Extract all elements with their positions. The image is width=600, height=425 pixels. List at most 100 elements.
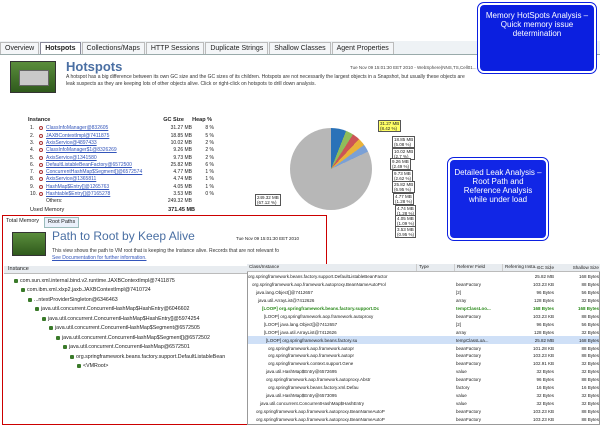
col-referrer-field[interactable]: Referrer Field	[455, 264, 503, 271]
reference-row[interactable]: [LOOP] org.springframework.aop.framework…	[248, 313, 599, 321]
node-label: java.util.concurrent.ConcurrentHashMap$H…	[41, 306, 190, 312]
gc-size: 9.26 MB	[173, 147, 192, 154]
hotspot-row[interactable]: 1. ClassInfoManager@832605 31.27 MB 8 %	[30, 125, 225, 132]
tab-duplicate-strings[interactable]: Duplicate Strings	[205, 42, 269, 54]
col-class-instance[interactable]: Class/Instance	[247, 264, 417, 271]
row-number: 4.	[30, 147, 35, 154]
instance-name[interactable]: AxisService@1365811	[46, 176, 156, 182]
gc-size: 102.91 KB	[532, 361, 554, 367]
referrer-field: beanFactory	[456, 416, 482, 422]
pie-slice-label: 4.77 MB (1.28 %)	[393, 193, 415, 205]
root-path-node[interactable]: java.util.concurrent.ConcurrentHashMap$H…	[35, 305, 189, 314]
pie-slice-label: 18.85 MB (5.08 %)	[392, 136, 416, 148]
reference-row[interactable]: org.springframework.aop.framework.autopr…	[248, 407, 599, 415]
heap-percent: 1 %	[205, 176, 214, 183]
reference-row[interactable]: org.springframework.beans.factory.suppor…	[248, 273, 599, 281]
row-number: 1.	[30, 125, 35, 132]
col-gc-size[interactable]: GC Size	[504, 265, 554, 270]
instance-name[interactable]: ClassInfoManager@832605	[46, 125, 156, 131]
hotspot-row[interactable]: 10. Hashtable$Entry[]@7165278 3.53 MB 0 %	[30, 191, 225, 198]
reference-row[interactable]: org.springframework.aop.framework.autopr…	[248, 376, 599, 384]
instance-name[interactable]: ConcurrentHashMap$Segment[]@6572574	[46, 169, 156, 175]
class-instance: org.springframework.beans.factory.suppor…	[248, 274, 388, 280]
tab-hotspots[interactable]: Hotspots	[40, 42, 81, 54]
class-instance: java.util.ArrayList@7412626	[258, 298, 315, 304]
hotspot-row[interactable]: 9. HashMap$Entry[]@1265763 4.05 MB 1 %	[30, 183, 225, 190]
object-icon	[56, 335, 60, 340]
row-number: 8.	[30, 176, 35, 183]
reference-row[interactable]: java.util.ArrayList@7412626 array 128 Byte…	[248, 297, 599, 305]
hotspot-row[interactable]: 4. ClassInfoManager$1@8326269 9.26 MB 2 %	[30, 147, 225, 154]
reference-row[interactable]: java.util.HashMap$Entry@6572695 value 32 B…	[248, 368, 599, 376]
instance-icon	[39, 126, 43, 131]
tab-http-sessions[interactable]: HTTP Sessions	[145, 42, 205, 54]
col-type[interactable]: Type	[417, 264, 455, 271]
instance-name[interactable]: Hashtable$Entry[]@7165278	[46, 191, 156, 197]
tab-shallow-classes[interactable]: Shallow Classes	[269, 42, 331, 54]
root-path-node[interactable]: org.springframework.beans.factory.suppor…	[70, 352, 225, 361]
reference-row[interactable]: org.springframework.beans.factory.xml.De…	[248, 384, 599, 392]
root-path-node[interactable]: com.ibm.xml.xlxp2.jaxb.JAXBContextImpl@7…	[21, 286, 151, 295]
root-path-node[interactable]: com.sun.xml.internal.bind.v2.runtime.JAX…	[14, 276, 175, 285]
col-instance[interactable]: Instance	[28, 117, 148, 123]
reference-row[interactable]: [LOOP] java.lang.Object[]@7412657 [2] 96 B…	[248, 320, 599, 328]
reference-row[interactable]: [LOOP] org.springframework.beans.factory…	[248, 305, 599, 313]
root-path-node[interactable]: java.util.concurrent.ConcurrentHashMap$S…	[56, 333, 210, 342]
callout-leak-analysis: Detailed Leak Analysis – Root Path and R…	[448, 158, 548, 240]
tab-root-paths[interactable]: Root Paths	[44, 217, 80, 228]
hotspots-description: A hotspot has a big difference between i…	[66, 74, 465, 87]
shallow-size: 88 Bytes	[581, 377, 599, 383]
node-label: <VMRoot>	[83, 363, 109, 369]
reference-row[interactable]: org.springframework.aop.framework.autopr…	[248, 415, 599, 423]
hotspot-row[interactable]: 3. AxisService@4897433 10.02 MB 2 %	[30, 140, 225, 147]
shallow-size: 88 Bytes	[581, 353, 599, 359]
root-path-node[interactable]: java.util.concurrent.ConcurrentHashMap@6…	[63, 343, 190, 352]
hotspot-row[interactable]: 6. DefaultListableBeanFactory@6572500 25.8…	[30, 162, 225, 169]
hotspot-row[interactable]: 2. JAXBContextImpl@7411875 18.85 MB 5 %	[30, 132, 225, 139]
reference-row[interactable]: org.springframework.context.support.Gene…	[248, 360, 599, 368]
col-gc-size[interactable]: GC Size	[148, 117, 184, 123]
reference-row[interactable]: org.springframework.aop.framework.autopr…	[248, 352, 599, 360]
root-path-node[interactable]: java.util.concurrent.ConcurrentHashMap$S…	[49, 324, 200, 333]
tab-agent-properties[interactable]: Agent Properties	[331, 42, 394, 54]
instance-name[interactable]: ClassInfoManager$1@8326269	[46, 147, 156, 153]
reference-row[interactable]: java.lang.Object[]@7412657 [2] 96 Bytes 56 …	[248, 289, 599, 297]
reference-row[interactable]: [LOOP] java.util.ArrayList@7412626 array 1…	[248, 328, 599, 336]
col-heap[interactable]: Heap %	[184, 117, 212, 123]
reference-row[interactable]: org.springframework.aop.framework.autopr…	[248, 281, 599, 289]
reference-row[interactable]: [LOOP] org.springframework.beans.factory…	[248, 336, 599, 345]
root-path-node[interactable]: <VMRoot>	[77, 362, 108, 371]
col-shallow-size[interactable]: Shallow Size	[554, 265, 599, 270]
gc-size: 31.27 MB	[170, 125, 192, 132]
heap-percent: 2 %	[205, 139, 214, 146]
tab-overview[interactable]: Overview	[0, 42, 40, 54]
gc-size: 168 Bytes	[532, 306, 554, 312]
reference-row[interactable]: java.util.concurrent.ConcurrentHashMap$H…	[248, 399, 599, 407]
pie-slice-label: 249.32 MB (67.12 %)	[255, 194, 281, 206]
instance-name[interactable]: AxisService@4897433	[46, 140, 156, 146]
hotspots-table-header: Instance GC Size Heap %	[28, 117, 223, 123]
keep-alive-description: This view shows the path to VM root that…	[52, 248, 322, 262]
shallow-size: 32 Bytes	[581, 369, 599, 375]
referrer-field: beanFactory	[456, 361, 482, 367]
class-instance: org.springframework.aop.framework.autopr…	[256, 408, 385, 414]
hotspot-row[interactable]: 5. AxisService@1341580 9.73 MB 2 %	[30, 154, 225, 161]
used-memory-value: 371.45 MB	[168, 207, 195, 213]
hotspots-pie-chart[interactable]	[290, 128, 372, 210]
hotspot-row[interactable]: 7. ConcurrentHashMap$Segment[]@6572574 4.7…	[30, 169, 225, 176]
documentation-link[interactable]: See Documentation for further informatio…	[52, 255, 322, 262]
instance-name[interactable]: AxisService@1341580	[46, 155, 156, 161]
root-path-node[interactable]: java.util.concurrent.ConcurrentHashMap$H…	[42, 314, 199, 323]
tab-total-memory[interactable]: Total Memory	[3, 217, 42, 228]
row-number: 3.	[30, 139, 35, 146]
references-size-headers: GC Size Shallow Size	[504, 265, 600, 270]
instance-name[interactable]: DefaultListableBeanFactory@6572500	[46, 162, 156, 168]
object-icon	[49, 326, 53, 330]
reference-row[interactable]: java.util.HashMap$Entry@6573095 value 32 B…	[248, 392, 599, 400]
instance-name[interactable]: HashMap$Entry[]@1265763	[46, 184, 156, 190]
hotspot-row[interactable]: 8. AxisService@1365811 4.74 MB 1 %	[30, 176, 225, 183]
root-path-node[interactable]: ...ntextProviderSingleton@6346463	[28, 295, 118, 304]
instance-name[interactable]: JAXBContextImpl@7411875	[46, 133, 156, 139]
reference-row[interactable]: org.springframework.aop.framework.autopr…	[248, 344, 599, 352]
tab-collections-maps[interactable]: Collections/Maps	[81, 42, 145, 54]
